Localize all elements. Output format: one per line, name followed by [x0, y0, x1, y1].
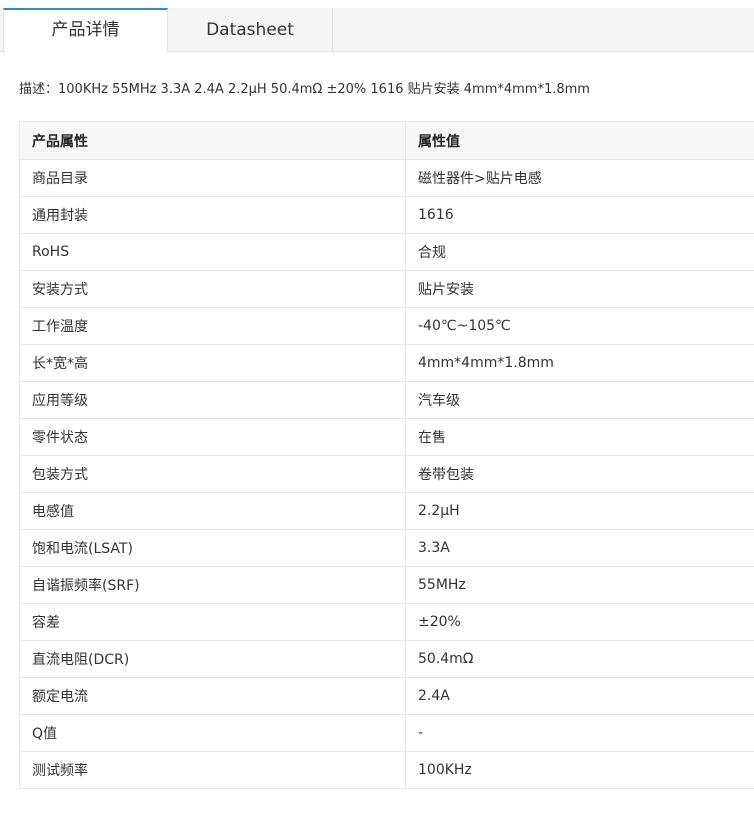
header-value: 属性值: [405, 121, 754, 160]
attribute-value-cell: 贴片安装: [405, 270, 754, 308]
attribute-value-cell: 2.2μH: [405, 492, 754, 530]
table-row: RoHS 合规: [19, 233, 754, 271]
attribute-value-cell: 1616: [405, 196, 754, 234]
attribute-value-cell: 合规: [405, 233, 754, 271]
attribute-name-cell: 电感值: [19, 492, 406, 530]
attribute-name-cell: 长*宽*高: [19, 344, 406, 382]
attribute-value-cell: 卷带包装: [405, 455, 754, 493]
attribute-value-cell: ±20%: [405, 603, 754, 641]
table-row: 容差 ±20%: [19, 603, 754, 641]
attribute-name-cell: 额定电流: [19, 677, 406, 715]
attribute-value-cell: 磁性器件>贴片电感: [405, 159, 754, 197]
table-row: 电感值 2.2μH: [19, 492, 754, 530]
tab-datasheet[interactable]: Datasheet: [168, 8, 333, 52]
table-header-row: 产品属性 属性值: [19, 121, 754, 160]
table-row: 长*宽*高 4mm*4mm*1.8mm: [19, 344, 754, 382]
table-row: 应用等级 汽车级: [19, 381, 754, 419]
attribute-value-cell: 汽车级: [405, 381, 754, 419]
attribute-name-cell: 工作温度: [19, 307, 406, 345]
attribute-name-cell: 应用等级: [19, 381, 406, 419]
attribute-value-cell: 100KHz: [405, 751, 754, 789]
attribute-value-cell: 3.3A: [405, 529, 754, 567]
attribute-name-cell: RoHS: [19, 233, 406, 271]
attribute-name-cell: Q值: [19, 714, 406, 752]
table-row: Q值 -: [19, 714, 754, 752]
attribute-value-cell: -40℃~105℃: [405, 307, 754, 345]
table-row: 工作温度 -40℃~105℃: [19, 307, 754, 345]
attribute-value-cell: 2.4A: [405, 677, 754, 715]
attribute-value-cell: 55MHz: [405, 566, 754, 604]
table-row: 额定电流 2.4A: [19, 677, 754, 715]
attribute-value-cell: -: [405, 714, 754, 752]
table-row: 自谐振频率(SRF) 55MHz: [19, 566, 754, 604]
attribute-name-cell: 通用封装: [19, 196, 406, 234]
attributes-table: 产品属性 属性值 商品目录 磁性器件>贴片电感 通用封装 1616 RoHS 合规 安装方式…: [19, 121, 754, 789]
tab-bar: 产品详情 Datasheet: [0, 8, 754, 53]
attribute-name-cell: 包装方式: [19, 455, 406, 493]
tab-product-details[interactable]: 产品详情: [3, 8, 168, 53]
attribute-name-cell: 商品目录: [19, 159, 406, 197]
table-row: 饱和电流(LSAT) 3.3A: [19, 529, 754, 567]
table-row: 通用封装 1616: [19, 196, 754, 234]
attribute-name-cell: 直流电阻(DCR): [19, 640, 406, 678]
attribute-name-cell: 零件状态: [19, 418, 406, 456]
attribute-value-cell: 50.4mΩ: [405, 640, 754, 678]
table-row: 测试频率 100KHz: [19, 751, 754, 789]
table-row: 包装方式 卷带包装: [19, 455, 754, 493]
attribute-name-cell: 容差: [19, 603, 406, 641]
attribute-name-cell: 测试频率: [19, 751, 406, 789]
table-row: 直流电阻(DCR) 50.4mΩ: [19, 640, 754, 678]
header-attribute: 产品属性: [19, 121, 406, 160]
table-row: 零件状态 在售: [19, 418, 754, 456]
attribute-name-cell: 自谐振频率(SRF): [19, 566, 406, 604]
attribute-name-cell: 饱和电流(LSAT): [19, 529, 406, 567]
attribute-value-cell: 4mm*4mm*1.8mm: [405, 344, 754, 382]
attribute-name-cell: 安装方式: [19, 270, 406, 308]
product-description: 描述：100KHz 55MHz 3.3A 2.4A 2.2μH 50.4mΩ ±…: [19, 82, 590, 97]
attribute-value-cell: 在售: [405, 418, 754, 456]
table-row: 商品目录 磁性器件>贴片电感: [19, 159, 754, 197]
table-row: 安装方式 贴片安装: [19, 270, 754, 308]
